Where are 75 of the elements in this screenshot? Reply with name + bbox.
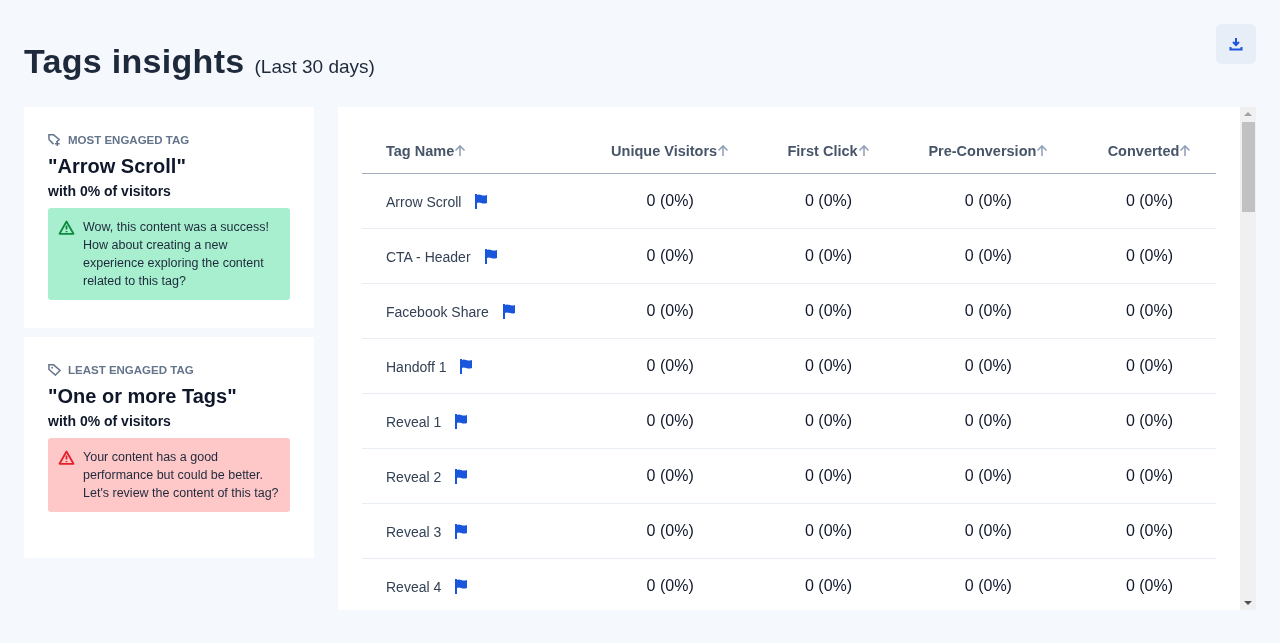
date-range-label: (Last 30 days) <box>254 56 375 78</box>
table-cell: 0 (0%) <box>964 192 1012 209</box>
tag-name: "One or more Tags" <box>48 385 238 408</box>
page-title: Tags insights <box>24 42 245 81</box>
table-cell: 0 (0%) <box>964 302 1012 319</box>
table-cell: 0 (0%) <box>964 467 1012 484</box>
table-cell: 0 (0%) <box>646 577 694 594</box>
flag-icon <box>473 192 490 209</box>
table-cell: 0 (0%) <box>646 522 694 539</box>
flag-icon <box>482 247 499 264</box>
table-cell: Reveal 4 <box>386 578 442 595</box>
table-cell: 0 (0%) <box>1125 412 1174 429</box>
flag-icon <box>458 357 475 374</box>
table-cell: Arrow Scroll <box>386 193 462 210</box>
table-cell: Handoff 1 <box>386 358 447 375</box>
table-cell: 0 (0%) <box>964 247 1012 264</box>
table-cell: 0 (0%) <box>646 302 694 319</box>
table-cell: CTA - Header <box>386 248 471 265</box>
table-cell: 0 (0%) <box>646 357 694 374</box>
insight-label: MOST ENGAGED TAG <box>68 133 190 146</box>
warning-icon <box>58 450 75 465</box>
table-cell: Reveal 3 <box>386 523 442 540</box>
tag-name: "Arrow Scroll" <box>48 155 187 178</box>
sort-arrow-icon <box>1179 144 1192 157</box>
table-cell: 0 (0%) <box>1125 357 1174 374</box>
sort-arrow-icon <box>454 144 467 157</box>
table-cell: 0 (0%) <box>804 192 853 209</box>
table-cell: 0 (0%) <box>1125 467 1174 484</box>
flag-icon <box>453 522 470 539</box>
tag-plus-icon <box>48 133 61 146</box>
table-cell: 0 (0%) <box>804 247 853 264</box>
table-cell: 0 (0%) <box>804 412 853 429</box>
flag-icon <box>453 467 470 484</box>
table-cell: 0 (0%) <box>646 412 694 429</box>
table-cell: 0 (0%) <box>804 467 853 484</box>
tag-icon <box>48 363 61 376</box>
table-cell: 0 (0%) <box>804 302 853 319</box>
sort-arrow-icon <box>857 144 870 157</box>
column-header[interactable]: First Click <box>763 129 894 174</box>
table-cell: 0 (0%) <box>964 577 1012 594</box>
table-cell: 0 (0%) <box>646 192 694 209</box>
scrollbar[interactable] <box>1240 107 1256 610</box>
insight-label: LEAST ENGAGED TAG <box>68 363 194 376</box>
table-cell: 0 (0%) <box>804 357 853 374</box>
column-header[interactable]: Unique Visitors <box>577 129 764 174</box>
table-cell: 0 (0%) <box>964 522 1012 539</box>
table-cell: 0 (0%) <box>964 412 1012 429</box>
visitor-share: with 0% of visitors <box>48 183 172 199</box>
table-cell: 0 (0%) <box>1125 522 1174 539</box>
warning-icon <box>58 220 75 235</box>
column-header[interactable]: Tag Name <box>362 129 577 174</box>
table-cell: 0 (0%) <box>804 522 853 539</box>
column-header[interactable]: Converted <box>1083 129 1216 174</box>
alert-message: Your content has a good performance but could be better. Let's review the content of this tag? <box>83 449 280 502</box>
table-cell: 0 (0%) <box>1125 192 1174 209</box>
flag-icon <box>453 577 470 594</box>
sort-arrow-icon <box>1036 144 1049 157</box>
table-cell: 0 (0%) <box>646 467 694 484</box>
table-cell: 0 (0%) <box>964 357 1012 374</box>
table-cell: Reveal 1 <box>386 413 442 430</box>
flag-icon <box>500 302 517 319</box>
table-cell: 0 (0%) <box>804 577 853 594</box>
table-cell: 0 (0%) <box>646 247 694 264</box>
flag-icon <box>453 412 470 429</box>
column-header[interactable]: Pre-Conversion <box>893 129 1083 174</box>
download-icon <box>1229 37 1243 51</box>
table-cell: 0 (0%) <box>1125 247 1174 264</box>
table-cell: 0 (0%) <box>1125 577 1174 594</box>
download-button[interactable] <box>1216 24 1256 64</box>
table-cell: Reveal 2 <box>386 468 442 485</box>
alert-message: Wow, this content was a success! How about creating a new experience exploring the content related to this tag? <box>83 219 270 290</box>
table-cell: 0 (0%) <box>1125 302 1174 319</box>
sort-arrow-icon <box>717 144 730 157</box>
table-cell: Facebook Share <box>386 303 489 320</box>
visitor-share: with 0% of visitors <box>48 413 172 429</box>
